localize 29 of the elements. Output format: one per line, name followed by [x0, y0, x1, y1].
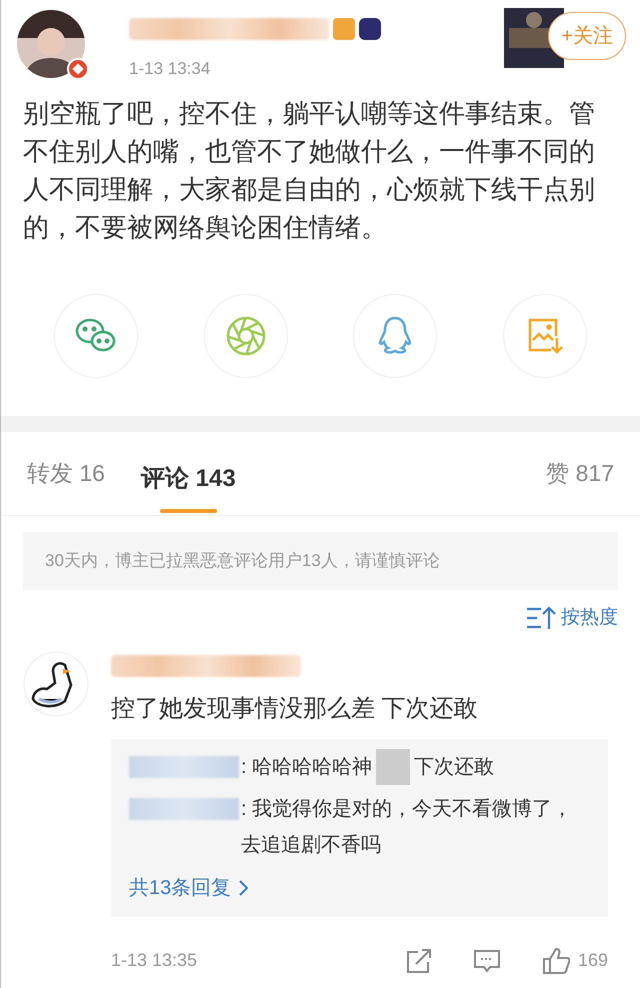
post-time: 1-13 13:34: [129, 58, 212, 80]
reply-text: : 我觉得你是对的，今天不看微博了，去追追剧不香吗: [241, 796, 574, 858]
thumbs-up-icon[interactable]: [542, 946, 570, 974]
share-button[interactable]: [503, 294, 588, 378]
badge-icon: [333, 18, 355, 40]
reply-text: : 哈哈哈哈哈神: [241, 754, 372, 780]
aperture-icon: [224, 315, 267, 357]
comment-time: 1-13 13:35: [111, 949, 198, 972]
tab[interactable]: 转发 16: [27, 446, 105, 501]
post-text: 别空瓶了吧，控不住，躺平认嘲等这件事结束。管不住别人的嘴，也管不了她做什么，一件事不同的人不同理解，大家都是自由的，心烦就下线干点别的，不要被网络舆论困住情绪。: [22, 97, 596, 244]
comment-text: 控了她发现事情没那么差 下次还敢: [111, 694, 479, 724]
tab[interactable]: 赞 817: [546, 446, 614, 501]
follow-button[interactable]: +关注: [548, 12, 626, 60]
share-button[interactable]: [204, 294, 288, 378]
sort-button[interactable]: 按热度: [561, 604, 618, 632]
more-replies-link[interactable]: 共13条回复: [129, 872, 248, 902]
sort-icon: [525, 605, 557, 632]
chevron-right-icon: [239, 880, 248, 896]
notice-banner: 30天内，博主已拉黑恶意评论用户13人，请谨慎评论: [23, 532, 618, 590]
comment-icon[interactable]: [474, 948, 500, 972]
share-button[interactable]: [54, 294, 138, 378]
badge-icon: [359, 18, 381, 40]
like-count: 169: [578, 949, 608, 972]
share-icon[interactable]: [406, 948, 432, 972]
redaction-mark: [376, 748, 410, 784]
tab[interactable]: 评论 143: [140, 450, 236, 512]
avatar[interactable]: [23, 650, 89, 716]
share-button[interactable]: [353, 294, 438, 378]
reply-text: 下次还敢: [414, 754, 494, 780]
